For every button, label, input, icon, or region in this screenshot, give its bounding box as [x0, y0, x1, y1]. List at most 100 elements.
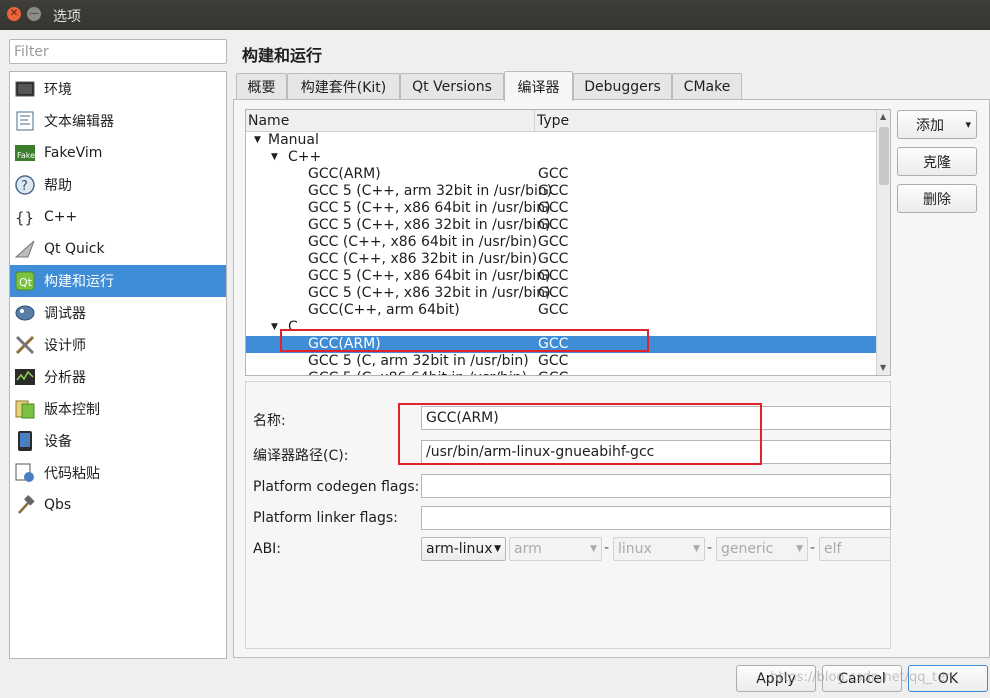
options-category-list: 环境 文本编辑器 Fake FakeVim ? 帮助 {} C++ Qt Qui… [9, 71, 227, 659]
nav-item-qtquick[interactable]: Qt Quick [10, 233, 226, 265]
nav-item-code-paste[interactable]: 代码粘贴 [10, 457, 226, 489]
filter-input[interactable] [9, 39, 227, 64]
tree-row[interactable]: GCC 5 (C++, x86 32bit in /usr/bin) GCC [246, 217, 876, 234]
tree-row-name: GCC (C++, x86 32bit in /usr/bin) [308, 251, 538, 267]
nav-item-fakevim[interactable]: Fake FakeVim [10, 137, 226, 169]
chevron-down-icon: ▼ [796, 544, 803, 554]
name-label: 名称: [253, 413, 286, 429]
tree-row-type: GCC [538, 353, 569, 369]
tree-group-row[interactable]: ▼ C++ [246, 149, 876, 166]
nav-item-label: 环境 [44, 82, 72, 98]
nav-item-label: 版本控制 [44, 402, 100, 418]
tree-row-type: GCC [538, 285, 569, 301]
tab-overview[interactable]: 概要 [236, 73, 287, 100]
text-editor-icon [14, 110, 36, 132]
nav-item-designer[interactable]: 设计师 [10, 329, 226, 361]
fakevim-icon: Fake [14, 142, 36, 164]
tab-debuggers[interactable]: Debuggers [573, 73, 672, 100]
compiler-path-label: 编译器路径(C): [253, 448, 349, 464]
tree-row[interactable]: GCC 5 (C++, x86 64bit in /usr/bin) GCC [246, 268, 876, 285]
abi-select[interactable]: arm-linux ▼ [421, 537, 506, 561]
nav-item-qbs[interactable]: Qbs [10, 489, 226, 521]
tree-row-type: GCC [538, 370, 568, 375]
tab-kits[interactable]: 构建套件(Kit) [287, 73, 400, 100]
tree-row-name: GCC 5 (C, arm 32bit in /usr/bin) [308, 353, 529, 369]
tree-header: Name Type [246, 110, 876, 132]
tree-group-row[interactable]: ▼ C [246, 319, 876, 336]
tree-row[interactable]: GCC(ARM) GCC [246, 166, 876, 183]
expand-arrow-icon[interactable]: ▼ [271, 319, 278, 336]
nav-item-environment[interactable]: 环境 [10, 73, 226, 105]
compiler-name-field[interactable]: GCC(ARM) [421, 406, 891, 430]
svg-text:?: ? [21, 179, 28, 194]
abi-separator: - [707, 540, 713, 556]
compiler-path-field[interactable]: /usr/bin/arm-linux-gnueabihf-gcc [421, 440, 891, 464]
tree-row[interactable]: GCC(C++, arm 64bit) GCC [246, 302, 876, 319]
minimize-window-icon[interactable]: — [27, 7, 41, 21]
tree-row-type: GCC [538, 200, 569, 216]
abi-flavor-value: generic [721, 541, 774, 557]
tab-cmake[interactable]: CMake [672, 73, 742, 100]
tab-compilers[interactable]: 编译器 [504, 71, 573, 101]
tree-row-name: GCC(C++, arm 64bit) [308, 302, 460, 318]
tree-row[interactable]: GCC 5 (C, arm 32bit in /usr/bin) GCC [246, 353, 876, 370]
remove-compiler-button[interactable]: 删除 [897, 184, 977, 213]
tree-row[interactable]: GCC (C++, x86 32bit in /usr/bin) GCC [246, 251, 876, 268]
abi-os-value: linux [618, 541, 652, 557]
cpp-braces-icon: {} [14, 206, 36, 228]
expand-arrow-icon[interactable]: ▼ [271, 149, 278, 166]
nav-item-label: 调试器 [44, 306, 86, 322]
abi-arch-select: arm ▼ [509, 537, 602, 561]
tree-row-type: GCC [538, 166, 569, 182]
nav-item-label: Qt Quick [44, 241, 105, 257]
codegen-flags-field[interactable] [421, 474, 891, 498]
tree-row-type: GCC [538, 183, 569, 199]
nav-item-version-control[interactable]: 版本控制 [10, 393, 226, 425]
tree-row-name: Manual [268, 132, 319, 148]
page-title: 构建和运行 [242, 46, 323, 65]
build-run-icon: Qt [14, 270, 36, 292]
tree-row[interactable]: GCC 5 (C++, x86 64bit in /usr/bin) GCC [246, 200, 876, 217]
clone-compiler-button[interactable]: 克隆 [897, 147, 977, 176]
scroll-down-icon[interactable]: ▼ [880, 363, 886, 372]
nav-item-label: FakeVim [44, 145, 103, 161]
tree-group-row[interactable]: ▼ Manual [246, 132, 876, 149]
tree-row-name: GCC 5 (C++, x86 32bit in /usr/bin) [308, 217, 551, 233]
nav-item-label: 构建和运行 [44, 274, 114, 290]
tab-qt-versions[interactable]: Qt Versions [400, 73, 504, 100]
column-separator [534, 110, 535, 132]
nav-item-label: C++ [44, 209, 78, 225]
scroll-up-icon[interactable]: ▲ [880, 112, 886, 121]
tree-row-name: C [288, 319, 298, 335]
scrollbar-thumb[interactable] [879, 127, 889, 185]
tree-row[interactable]: GCC (C++, x86 64bit in /usr/bin) GCC [246, 234, 876, 251]
close-window-icon[interactable]: ✕ [7, 7, 21, 21]
nav-item-debugger[interactable]: 调试器 [10, 297, 226, 329]
nav-item-help[interactable]: ? 帮助 [10, 169, 226, 201]
linker-flags-field[interactable] [421, 506, 891, 530]
nav-item-devices[interactable]: 设备 [10, 425, 226, 457]
designer-icon [14, 334, 36, 356]
column-header-type[interactable]: Type [537, 113, 569, 129]
abi-select-value: arm-linux [426, 541, 493, 557]
tree-row[interactable]: GCC(ARM) GCC [246, 336, 876, 353]
nav-item-label: 帮助 [44, 178, 72, 194]
nav-item-build-run[interactable]: Qt 构建和运行 [10, 265, 226, 297]
tree-row[interactable]: GCC 5 (C, x86 64bit in /usr/bin) GCC [246, 370, 876, 375]
watermark: https://blog.csdn.net/qq_ten [770, 670, 954, 685]
tree-scrollbar[interactable]: ▲ ▼ [876, 110, 890, 375]
tree-row[interactable]: GCC 5 (C++, x86 32bit in /usr/bin) GCC [246, 285, 876, 302]
expand-arrow-icon[interactable]: ▼ [254, 132, 261, 149]
column-header-name[interactable]: Name [248, 113, 289, 129]
tree-row-name: GCC 5 (C++, arm 32bit in /usr/bin) [308, 183, 553, 199]
nav-item-text-editor[interactable]: 文本编辑器 [10, 105, 226, 137]
add-compiler-button[interactable]: 添加 ▾ [897, 110, 977, 139]
codegen-flags-label: Platform codegen flags: [253, 479, 420, 495]
version-control-icon [14, 398, 36, 420]
tree-row[interactable]: GCC 5 (C++, arm 32bit in /usr/bin) GCC [246, 183, 876, 200]
linker-flags-label: Platform linker flags: [253, 510, 398, 526]
nav-item-label: Qbs [44, 497, 72, 513]
nav-item-analyzer[interactable]: 分析器 [10, 361, 226, 393]
nav-item-cpp[interactable]: {} C++ [10, 201, 226, 233]
svg-text:Fake: Fake [17, 151, 35, 160]
